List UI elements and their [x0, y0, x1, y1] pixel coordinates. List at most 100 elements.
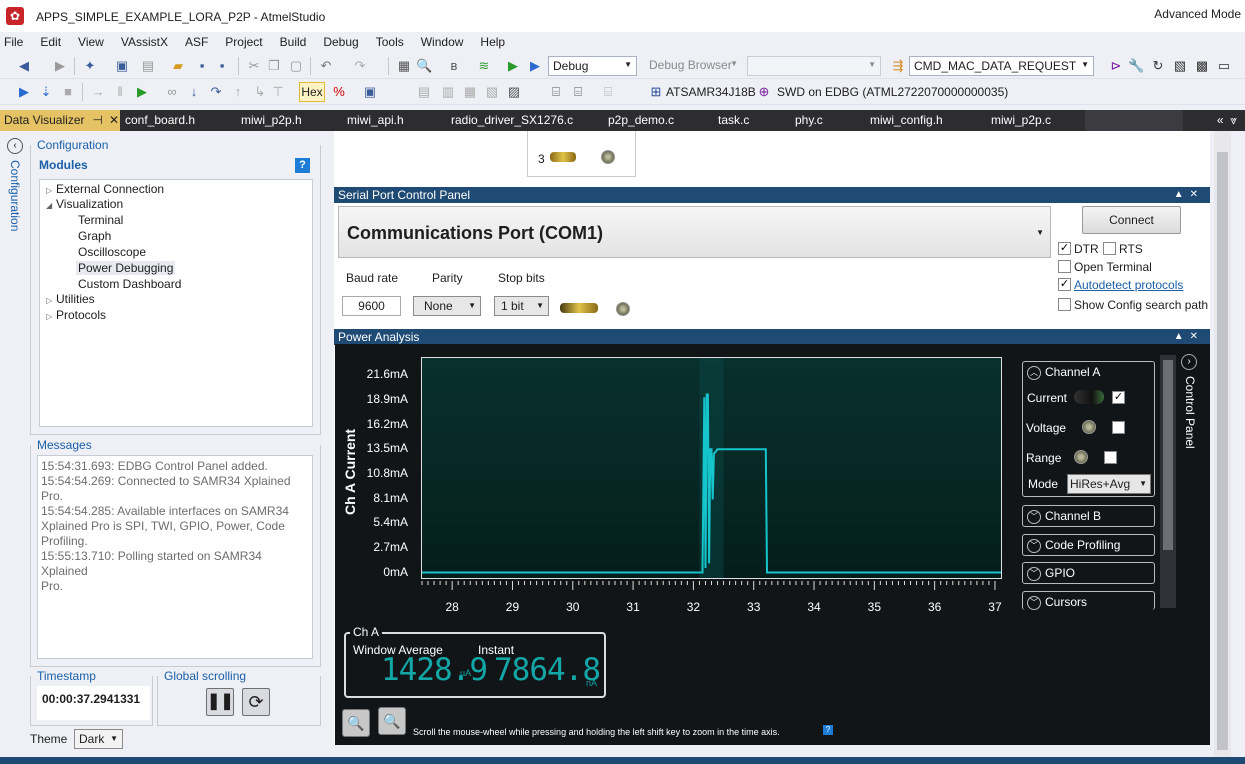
- menu-file[interactable]: File: [4, 32, 30, 52]
- panel-window-controls[interactable]: ▲✕: [1174, 187, 1204, 203]
- menu-help[interactable]: Help: [480, 32, 512, 52]
- tree-utilities[interactable]: ▷ Utilities: [46, 292, 95, 306]
- expand-control-panel-icon[interactable]: ›: [1181, 354, 1197, 370]
- hex-toggle-button[interactable]: Hex: [299, 82, 325, 102]
- tree-terminal[interactable]: Terminal: [78, 213, 123, 227]
- wrench-icon[interactable]: 🔧: [1128, 58, 1144, 74]
- zoom-in-button[interactable]: 🔍: [378, 707, 406, 735]
- menu-build[interactable]: Build: [280, 32, 314, 52]
- debug-browser-combo[interactable]: Debug Browser ▼: [645, 56, 742, 76]
- step-over-icon[interactable]: ↷: [208, 84, 224, 100]
- tree-power-debugging[interactable]: Power Debugging: [76, 261, 176, 275]
- tab-miwi-api[interactable]: miwi_api.h: [343, 110, 404, 131]
- tab-data-visualizer[interactable]: Data Visualizer ⊣ ✕: [0, 110, 120, 131]
- expand-icon[interactable]: ▷: [46, 312, 56, 321]
- registers-icon[interactable]: ▦: [462, 84, 478, 100]
- device-icon[interactable]: ▩: [1194, 58, 1210, 74]
- run-icon[interactable]: ▶: [134, 84, 150, 100]
- start-without-debugging-icon[interactable]: ▶: [527, 58, 543, 74]
- code-profiling-group[interactable]: ﹀ Code Profiling: [1022, 534, 1155, 556]
- open-folder-icon[interactable]: ▰: [170, 58, 186, 74]
- continue-icon[interactable]: →: [90, 84, 106, 100]
- tree-visualization[interactable]: ◢ Visualization: [46, 197, 123, 211]
- debug-tool-name[interactable]: SWD on EDBG (ATML2722070000000035): [777, 85, 1008, 99]
- vs-icon[interactable]: ⊳: [1108, 58, 1124, 74]
- tab-conf-board[interactable]: conf_board.h: [121, 110, 195, 131]
- debug-target-combo[interactable]: ▼: [747, 56, 881, 76]
- voltage-checkbox[interactable]: [1112, 421, 1125, 434]
- cursors-group[interactable]: ﹀ Cursors: [1022, 591, 1155, 610]
- help-icon[interactable]: ?: [295, 158, 310, 173]
- refresh-icon[interactable]: ↻: [1150, 58, 1166, 74]
- redo-icon[interactable]: ↷: [352, 58, 368, 74]
- baud-rate-input[interactable]: 9600: [342, 296, 401, 316]
- chip-3-icon[interactable]: ⌸: [600, 84, 616, 100]
- tab-task[interactable]: task.c: [714, 110, 749, 131]
- tree-external-connection[interactable]: ▷ External Connection: [46, 182, 164, 196]
- find-combo[interactable]: CMD_MAC_DATA_REQUEST ▼: [909, 56, 1094, 76]
- menu-asf[interactable]: ASF: [185, 32, 215, 52]
- pin-icon[interactable]: ⊣: [92, 113, 102, 127]
- show-next-statement-icon[interactable]: ∞: [164, 84, 180, 100]
- rts-checkbox[interactable]: [1103, 242, 1116, 255]
- radix-icon[interactable]: %: [331, 84, 347, 100]
- help-icon[interactable]: ?: [823, 725, 833, 735]
- navigate-icon[interactable]: ⇶: [890, 58, 906, 74]
- tab-p2p-demo[interactable]: p2p_demo.c: [604, 110, 674, 131]
- close-icon[interactable]: ✕: [109, 113, 119, 127]
- find-icon[interactable]: 🔍: [416, 58, 432, 74]
- control-panel-label[interactable]: Control Panel: [1183, 376, 1197, 449]
- menu-debug[interactable]: Debug: [323, 32, 365, 52]
- start-without-debugging-icon[interactable]: ▶: [16, 84, 32, 100]
- menu-project[interactable]: Project: [225, 32, 269, 52]
- tree-protocols[interactable]: ▷ Protocols: [46, 308, 106, 322]
- tree-custom-dashboard[interactable]: Custom Dashboard: [78, 277, 181, 291]
- theme-select[interactable]: Dark ▼: [74, 729, 123, 749]
- forward-icon[interactable]: ▶: [52, 58, 68, 74]
- processor-icon[interactable]: ▧: [484, 84, 500, 100]
- power-chart[interactable]: [421, 357, 1002, 579]
- panel-window-controls[interactable]: ▲✕: [1174, 329, 1204, 345]
- parity-select[interactable]: None ▼: [413, 296, 481, 316]
- configuration-strip-label[interactable]: Configuration: [8, 160, 22, 231]
- stop-icon[interactable]: ■: [60, 84, 76, 100]
- autodetect-link[interactable]: Autodetect protocols: [1074, 278, 1183, 292]
- new-project-icon[interactable]: ✦: [82, 58, 98, 74]
- save-all-icon[interactable]: ▪: [214, 58, 230, 74]
- connect-button[interactable]: Connect: [1082, 206, 1181, 234]
- tree-graph[interactable]: Graph: [78, 229, 111, 243]
- port-select[interactable]: Communications Port (COM1) ▼: [338, 206, 1051, 258]
- channel-b-group[interactable]: ﹀ Channel B: [1022, 505, 1155, 527]
- pause-icon[interactable]: ‖: [112, 84, 128, 100]
- current-checkbox[interactable]: ✓: [1112, 391, 1125, 404]
- show-config-checkbox[interactable]: [1058, 298, 1071, 311]
- tab-phy[interactable]: phy.c: [791, 110, 823, 131]
- autodetect-checkbox[interactable]: ✓: [1058, 278, 1071, 291]
- mode-select[interactable]: HiRes+Avg ▼: [1067, 474, 1151, 494]
- terminal-icon[interactable]: ▭: [1216, 58, 1232, 74]
- tab-list-icon[interactable]: « ⩔: [1213, 110, 1237, 131]
- add-item-icon[interactable]: ▣: [114, 58, 130, 74]
- tab-radio-driver[interactable]: radio_driver_SX1276.c: [447, 110, 573, 131]
- step-into-icon[interactable]: ↓: [186, 84, 202, 100]
- tree-oscilloscope[interactable]: Oscilloscope: [78, 245, 146, 259]
- copy-icon[interactable]: ❐: [266, 58, 282, 74]
- pause-scrolling-button[interactable]: ❚❚: [206, 688, 234, 716]
- solution-explorer-icon[interactable]: ▦: [396, 58, 412, 74]
- start-debugging-icon[interactable]: ▶: [505, 58, 521, 74]
- collapse-icon[interactable]: ◢: [46, 201, 56, 210]
- open-terminal-checkbox[interactable]: [1058, 260, 1071, 273]
- add-item-2-icon[interactable]: ▤: [140, 58, 156, 74]
- cut-icon[interactable]: ✂: [246, 58, 262, 74]
- chip-2-icon[interactable]: ⌸: [570, 84, 586, 100]
- menu-vassistx[interactable]: VAssistX: [121, 32, 175, 52]
- breakpoint-icon[interactable]: ⊤: [270, 84, 286, 100]
- chip-icon[interactable]: ⌸: [548, 84, 564, 100]
- step-program-icon[interactable]: ⇣: [38, 84, 54, 100]
- control-panel-scrollbar-thumb[interactable]: [1163, 360, 1173, 550]
- menu-tools[interactable]: Tools: [376, 32, 411, 52]
- collapse-configuration-icon[interactable]: ‹: [7, 138, 23, 154]
- io-view-icon[interactable]: ▥: [440, 84, 456, 100]
- tab-miwi-config[interactable]: miwi_config.h: [866, 110, 943, 131]
- menu-window[interactable]: Window: [421, 32, 471, 52]
